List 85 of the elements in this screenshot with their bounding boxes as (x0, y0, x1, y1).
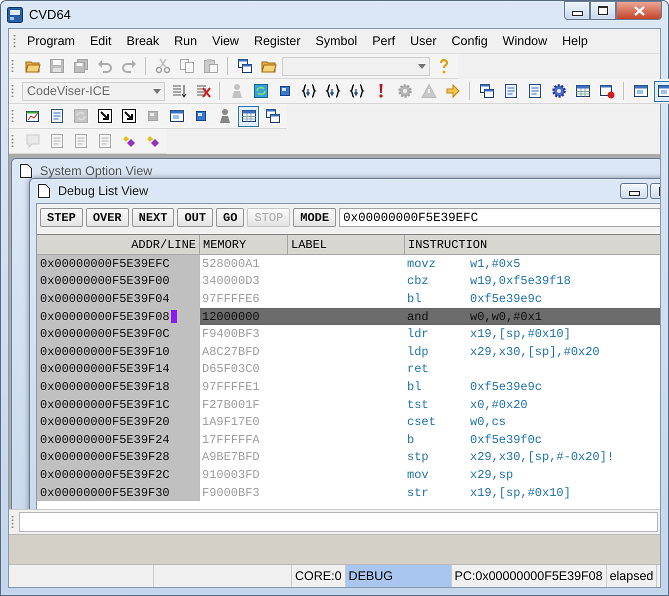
table-cell: 0xf5e39e9c (470, 380, 542, 394)
table-cell: 0x00000000F5E39F08 (40, 310, 170, 324)
table-cell-text: mov (406, 468, 430, 482)
toolbar-button[interactable]: OUT (177, 208, 214, 227)
table-cell-text: A8C27BFD (201, 344, 261, 359)
table-cell: 0x00000000F5E39F14 (40, 362, 170, 376)
table-cell: x29,sp (470, 468, 514, 482)
window-title: System Option View (40, 164, 152, 178)
table-cell-text: 340000D3 (201, 274, 261, 288)
menu-item[interactable]: Run (168, 32, 204, 50)
table-cell-text: and (406, 310, 430, 324)
table-cell-text: movz (406, 256, 437, 271)
table-cell: w0,w0,#0x1 (470, 310, 542, 324)
table-cell-text: bl (406, 292, 422, 306)
table-cell: 0x00000000F5E39F18 (40, 380, 170, 394)
table-cell-text: bl (406, 380, 422, 394)
table-cell-text: A9BE7BFD (201, 450, 261, 464)
table-cell: w0,cs (470, 415, 506, 430)
table-cell-text: tst (406, 398, 430, 412)
table-cell-text: ret (406, 362, 430, 376)
menu-item[interactable]: View (206, 32, 245, 50)
table-cell-text: 910003FD (201, 468, 261, 482)
menu-item[interactable]: Break (120, 32, 166, 50)
table-cell-text: 528000A1 (201, 256, 261, 271)
table-cell: 0xf5e39e9c (470, 292, 542, 306)
toolbar-button[interactable]: STEP (40, 208, 83, 227)
toolbar-button[interactable]: NEXT (132, 208, 174, 227)
table-cell-text: stp (406, 450, 430, 464)
menu-item[interactable]: Register (248, 32, 306, 50)
column-header[interactable]: ADDR/LINE (37, 235, 200, 254)
table-cell-text: 1A9F17E0 (201, 415, 261, 430)
table-cell-text: D65F03C0 (201, 362, 261, 376)
table-cell-text: cset (406, 415, 437, 430)
menu-item[interactable]: Window (496, 32, 554, 50)
table-cell-text: ldr (406, 327, 430, 342)
table-row[interactable]: 0x00000000F5E39F08 12000000 and w0,w0,#0x1 (37, 308, 660, 326)
table-cell: 0x00000000F5E39F30 (40, 486, 170, 500)
table-cell-text: cbz (406, 274, 430, 288)
table-cell-text: F27B001F (201, 398, 261, 412)
table-cell: x29,x30,[sp],#0x20 (470, 344, 600, 359)
menu-item[interactable]: User (404, 32, 443, 50)
column-header[interactable]: MEMORY (200, 235, 288, 254)
status-text: DEBUG (346, 565, 452, 587)
table-cell-text: b (406, 432, 416, 447)
table-cell: 0x00000000F5E39F20 (40, 415, 170, 430)
table-cell: 0x00000000F5E39F24 (40, 432, 170, 447)
menu-item[interactable]: Help (556, 32, 594, 50)
table-cell: 0x00000000F5E39F10 (40, 344, 170, 359)
column-header[interactable]: LABEL (288, 235, 405, 254)
menu-item[interactable]: Perf (366, 32, 402, 50)
menu-item[interactable]: Symbol (310, 32, 364, 50)
address-field[interactable]: 0x00000000F5E39EFC (339, 208, 660, 227)
menu-item[interactable]: Program (21, 32, 81, 50)
table-cell: w19,0xf5e39f18 (470, 274, 571, 288)
table-cell: w1,#0x5 (470, 256, 520, 271)
column-header[interactable]: INSTRUCTION (405, 235, 660, 254)
status-text: elapsed (606, 565, 658, 587)
table-cell-text: 17FFFFFA (201, 432, 261, 447)
toolbar-button[interactable]: MODE (293, 208, 336, 227)
table-cell: x0,#0x20 (470, 398, 528, 412)
table-cell: 0x00000000F5E39EFC (40, 256, 170, 271)
table-cell: x19,[sp,#0x10] (470, 327, 571, 342)
toolbar-button[interactable]: GO (216, 208, 244, 227)
window-title: Debug List View (58, 184, 148, 198)
table-cell: 0x00000000F5E39F04 (40, 292, 170, 306)
table-cell-text: 97FFFFE6 (201, 292, 261, 306)
table-cell-text: F9400BF3 (201, 327, 261, 342)
table-cell: 0xf5e39f0c (470, 432, 542, 447)
window-title: CVD64 (29, 7, 71, 22)
table-cell: 0x00000000F5E39F2C (40, 468, 170, 482)
table-cell: x29,x30,[sp,#-0x20]! (470, 450, 614, 464)
table-cell-text: 12000000 (201, 310, 261, 324)
table-cell: 0x00000000F5E39F1C (40, 398, 170, 412)
menu-item[interactable]: Edit (84, 32, 118, 50)
table-cell-text: 97FFFFE1 (201, 380, 261, 394)
table-cell: x19,[sp,#0x10] (470, 486, 571, 500)
table-cell: 0x00000000F5E39F0C (40, 327, 170, 342)
menu-item[interactable]: Config (446, 32, 494, 50)
table-cell: 0x00000000F5E39F00 (40, 274, 170, 288)
toolbar-button[interactable]: OVER (86, 208, 129, 227)
status-text: PC:0x00000000F5E39F08 (452, 565, 607, 587)
table-cell: 0x00000000F5E39F28 (40, 450, 170, 464)
table-cell-text: F9000BF3 (201, 486, 261, 500)
table-cell-text: str (406, 486, 430, 500)
table-cell-text: ldp (406, 344, 430, 359)
